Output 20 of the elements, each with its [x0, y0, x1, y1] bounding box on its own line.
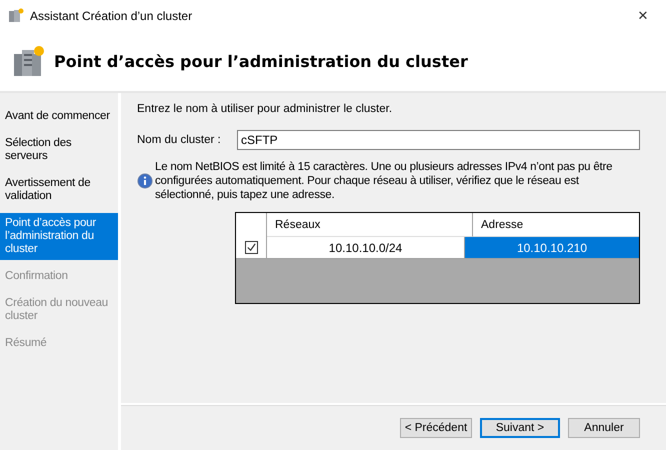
wizard-step[interactable]: Point d’accès pour l’administration du cluster: [0, 213, 118, 260]
wizard-step[interactable]: Avertissement de validation: [0, 173, 118, 207]
page-heading: Point d’accès pour l’administration du cluster: [54, 52, 468, 70]
servers-icon: [12, 44, 46, 78]
instruction-text: Entrez le nom à utiliser pour administrer le cluster.: [137, 103, 394, 115]
wizard-button[interactable]: Suivant >: [480, 418, 560, 438]
wizard-step[interactable]: Sélection des serveurs: [0, 133, 118, 167]
wizard-step[interactable]: Avant de commencer: [0, 106, 118, 127]
checkbox[interactable]: [244, 241, 258, 254]
table-cell: 10.10.10.0/24: [267, 237, 465, 259]
cluster-name-field[interactable]: cSFTP: [237, 130, 640, 150]
window-title: Assistant Création d’un cluster: [30, 8, 194, 22]
info-text: Le nom NetBIOS est limité à 15 caractères. Une ou plusieurs adresses IPv4 n’ont pas pu être configurées automatiquement. Pour chaque réseau à utiliser, vérifiez que le réseau est sélectionné, puis tapez une adresse.: [155, 160, 614, 202]
field-label: Nom du cluster :: [137, 134, 222, 146]
wizard-button[interactable]: < Précédent: [400, 418, 472, 438]
info-icon: [137, 173, 153, 189]
wizard-button[interactable]: Annuler: [568, 418, 640, 438]
table-cell[interactable]: 10.10.10.210: [465, 237, 639, 259]
servers-icon: [8, 8, 24, 24]
close-button[interactable]: ✕: [620, 8, 666, 23]
